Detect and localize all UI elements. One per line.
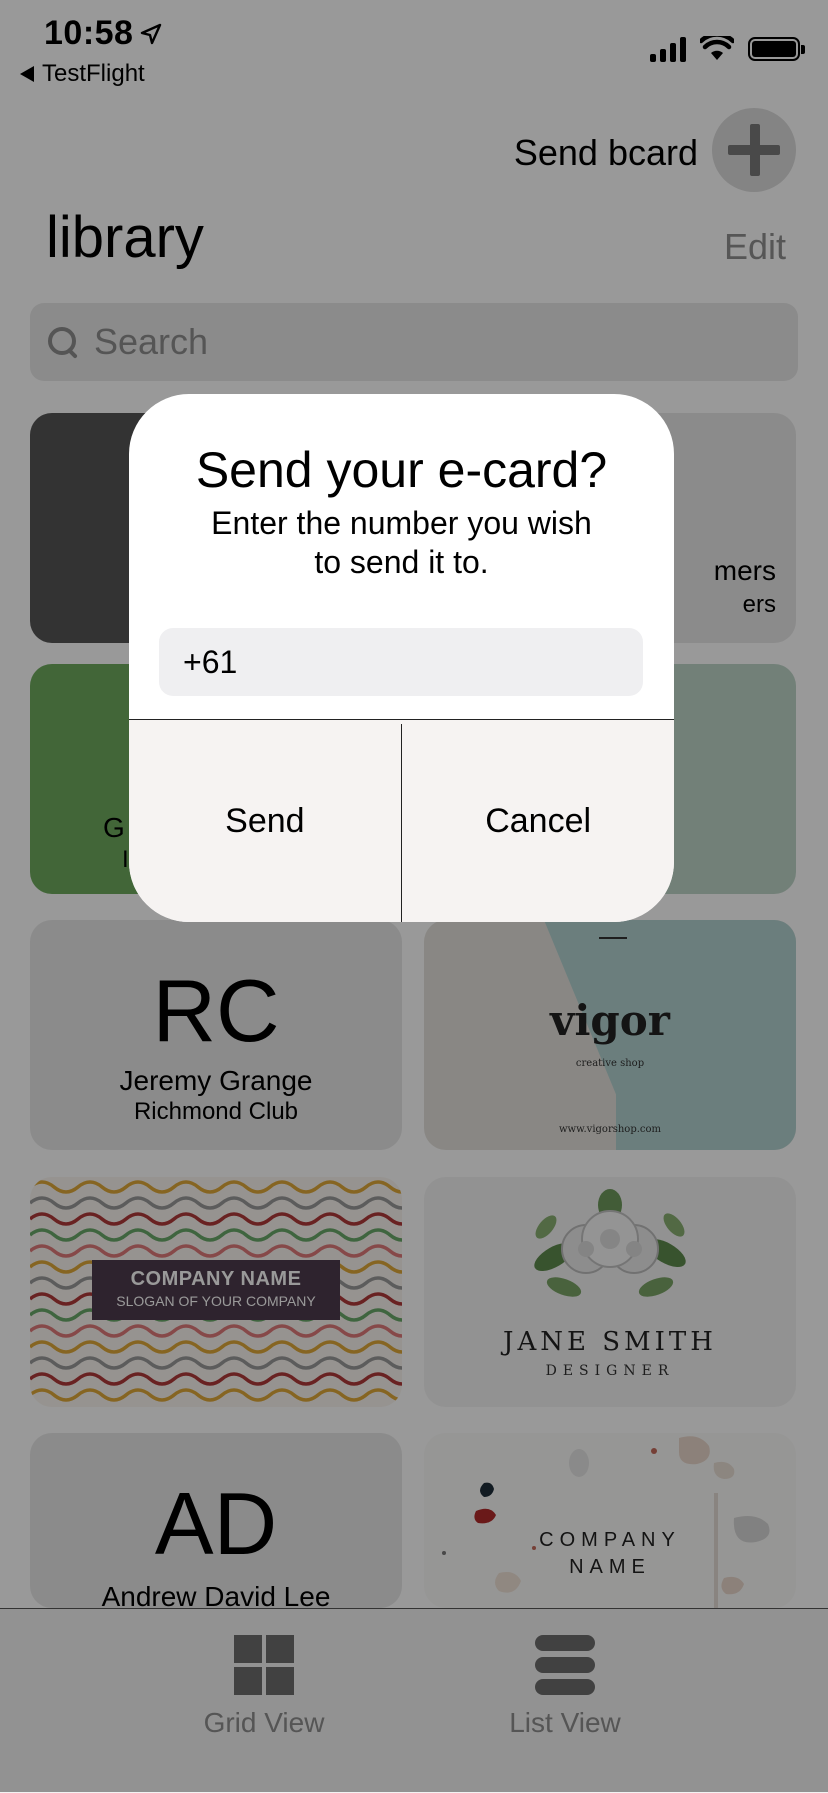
dialog-message: Enter the number you wish to send it to.	[211, 505, 592, 580]
send-ecard-dialog: Send your e-card? Enter the number you w…	[129, 394, 674, 922]
dialog-title: Send your e-card?	[195, 442, 608, 498]
library-screen: 10:58 TestFlight Send bcard library Edit…	[0, 0, 828, 1793]
dialog-buttons: Send Cancel	[129, 719, 674, 922]
cancel-button[interactable]: Cancel	[402, 720, 674, 922]
send-button[interactable]: Send	[129, 720, 401, 922]
phone-number-input[interactable]	[159, 628, 643, 696]
